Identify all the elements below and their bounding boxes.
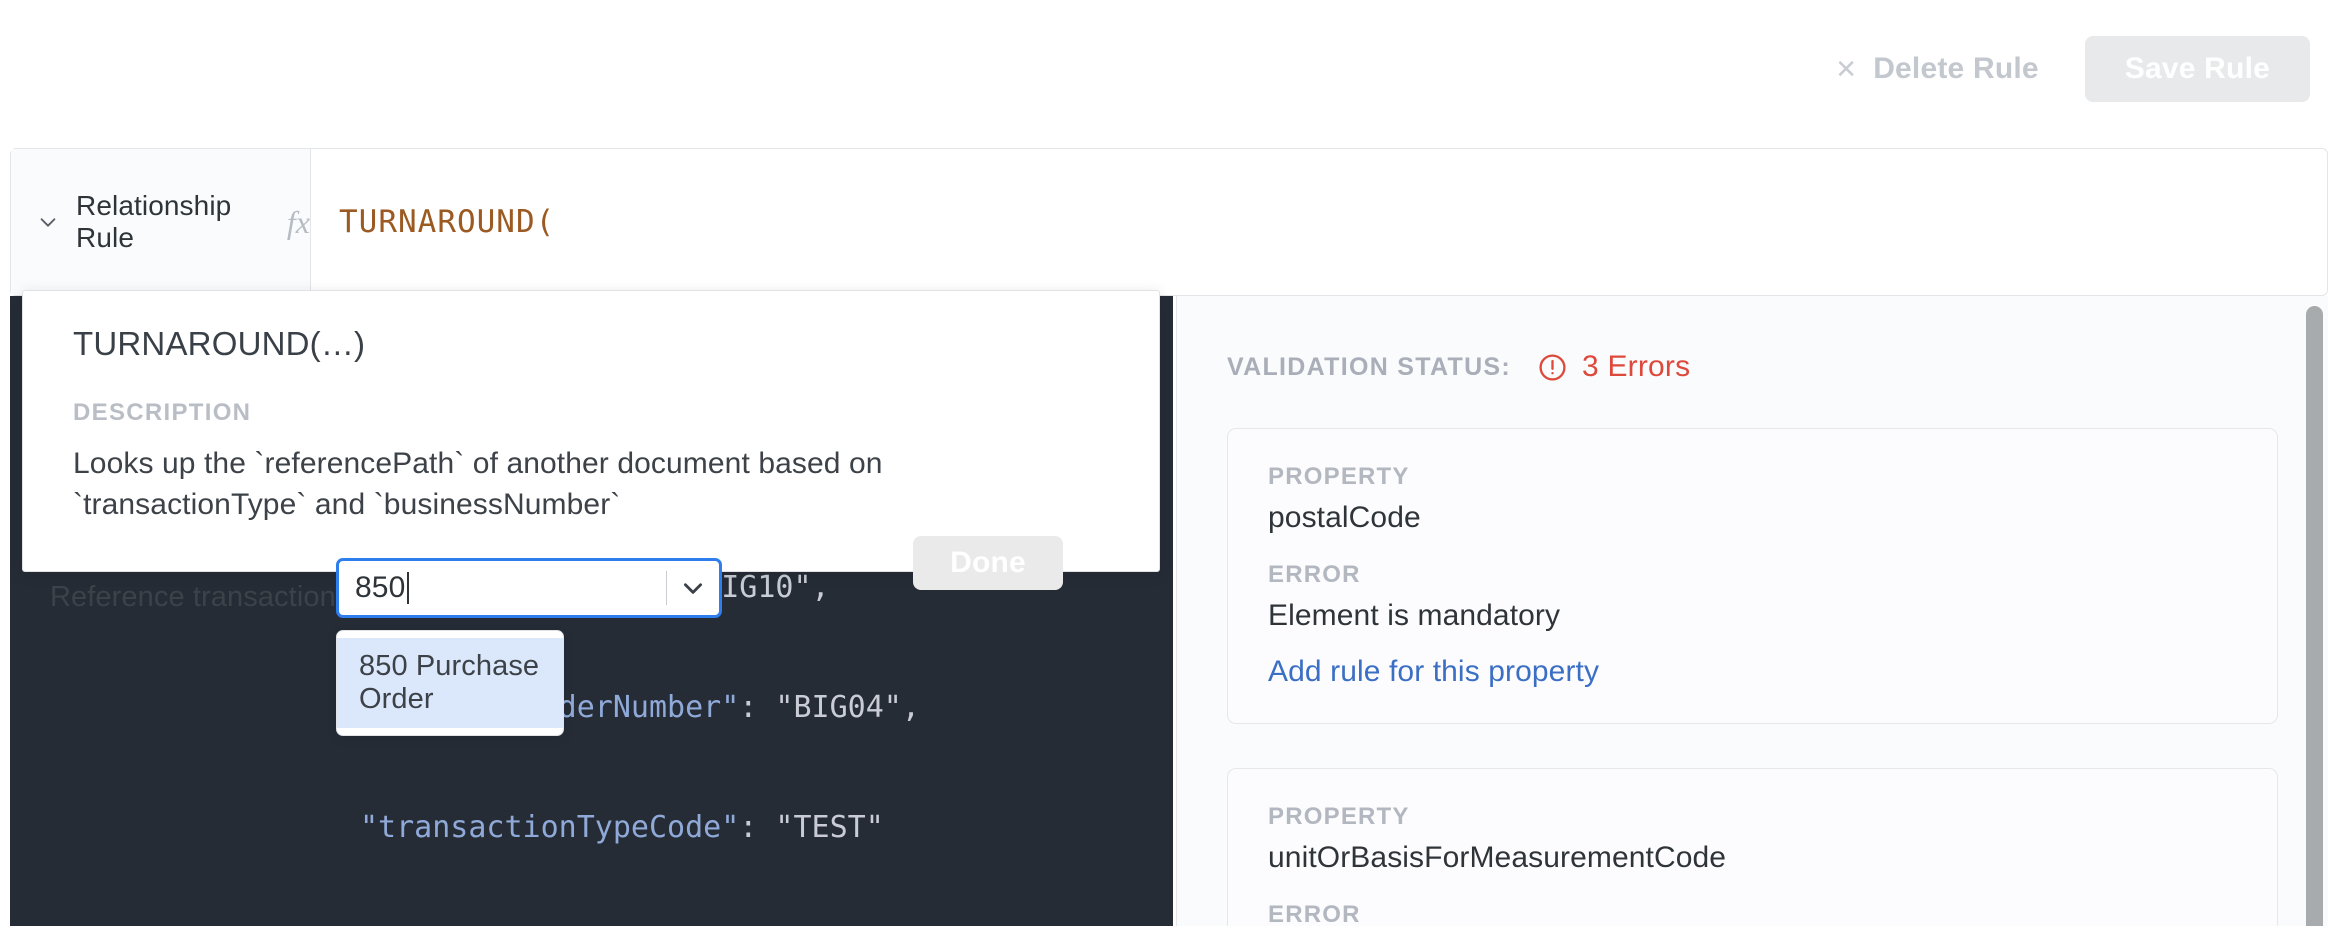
rule-type-label: Relationship Rule (76, 190, 232, 253)
function-helper-body: TURNAROUND(…) DESCRIPTION Looks up the `… (23, 291, 1159, 525)
chevron-down-icon[interactable] (33, 205, 62, 239)
property-label: PROPERTY (1268, 803, 1410, 830)
error-value: Element is mandatory (1268, 599, 1561, 632)
dropdown-option-850-purchase-order[interactable]: 850 Purchase Order (337, 638, 563, 728)
fx-icon: fx (286, 203, 310, 240)
code-tail: , (811, 570, 830, 605)
add-rule-for-property-link[interactable]: Add rule for this property (1268, 655, 1599, 689)
code-line: "transactionTypeCode": "TEST" (10, 808, 1173, 848)
function-title: TURNAROUND(…) (73, 325, 366, 362)
property-value: unitOrBasisForMeasurementCode (1268, 841, 1727, 874)
code-value: "BIG04" (775, 690, 902, 725)
close-icon: ✕ (1835, 54, 1858, 84)
top-action-bar: ✕ Delete Rule Save Rule (0, 0, 2338, 130)
chevron-down-icon[interactable] (667, 575, 719, 601)
code-sep: : (739, 690, 776, 725)
text-caret (407, 572, 410, 604)
combobox-value-text: 850 (355, 571, 406, 604)
validation-error-count: 3 Errors (1582, 350, 1691, 383)
validation-error-card[interactable]: PROPERTY postalCode ERROR Element is man… (1227, 428, 2278, 724)
formula-input-cell[interactable]: TURNAROUND( (311, 149, 2327, 295)
reference-transaction-type-combobox[interactable]: 850 (336, 558, 722, 618)
save-rule-button[interactable]: Save Rule (2084, 36, 2310, 102)
error-label: ERROR (1268, 561, 1361, 588)
rule-type-cell[interactable]: Relationship Rule fx (11, 149, 311, 295)
description-text: Looks up the `referencePath` of another … (73, 447, 883, 521)
delete-rule-label: Delete Rule (1873, 52, 2039, 85)
code-value: "TEST" (775, 810, 884, 845)
scrollbar-thumb[interactable] (2306, 306, 2323, 926)
code-tail: , (901, 690, 920, 725)
property-label: PROPERTY (1268, 463, 1410, 490)
transaction-type-dropdown[interactable]: 850 Purchase Order (336, 630, 564, 736)
code-key: "transactionTypeCode" (360, 810, 740, 845)
validation-status: VALIDATION STATUS: 3 Errors (1227, 350, 2328, 384)
description-label: DESCRIPTION (73, 399, 252, 426)
top-action-group: ✕ Delete Rule Save Rule (1817, 36, 2310, 102)
function-helper-modal: TURNAROUND(…) DESCRIPTION Looks up the `… (22, 290, 1160, 572)
delete-rule-button[interactable]: ✕ Delete Rule (1817, 42, 2057, 96)
validation-status-label: VALIDATION STATUS: (1227, 352, 1512, 381)
property-value: postalCode (1268, 501, 1421, 534)
rule-formula-row: Relationship Rule fx TURNAROUND( (10, 148, 2328, 296)
validation-panel-scrollbar[interactable] (2306, 306, 2323, 926)
app-root: ✕ Delete Rule Save Rule Relationship Rul… (0, 0, 2338, 926)
error-circle-icon (1537, 352, 1568, 383)
validation-error-card[interactable]: PROPERTY unitOrBasisForMeasurementCode E… (1227, 768, 2278, 926)
validation-panel: VALIDATION STATUS: 3 Errors PROPERTY pos… (1176, 296, 2328, 926)
error-label: ERROR (1268, 901, 1361, 926)
code-sep: : (739, 810, 776, 845)
done-button[interactable]: Done (913, 536, 1063, 590)
formula-text: TURNAROUND( (339, 204, 556, 240)
code-line: "purchaseOrderNumber": "BIG04", (10, 688, 1173, 728)
reference-transaction-type-input[interactable]: 850 (339, 571, 666, 605)
